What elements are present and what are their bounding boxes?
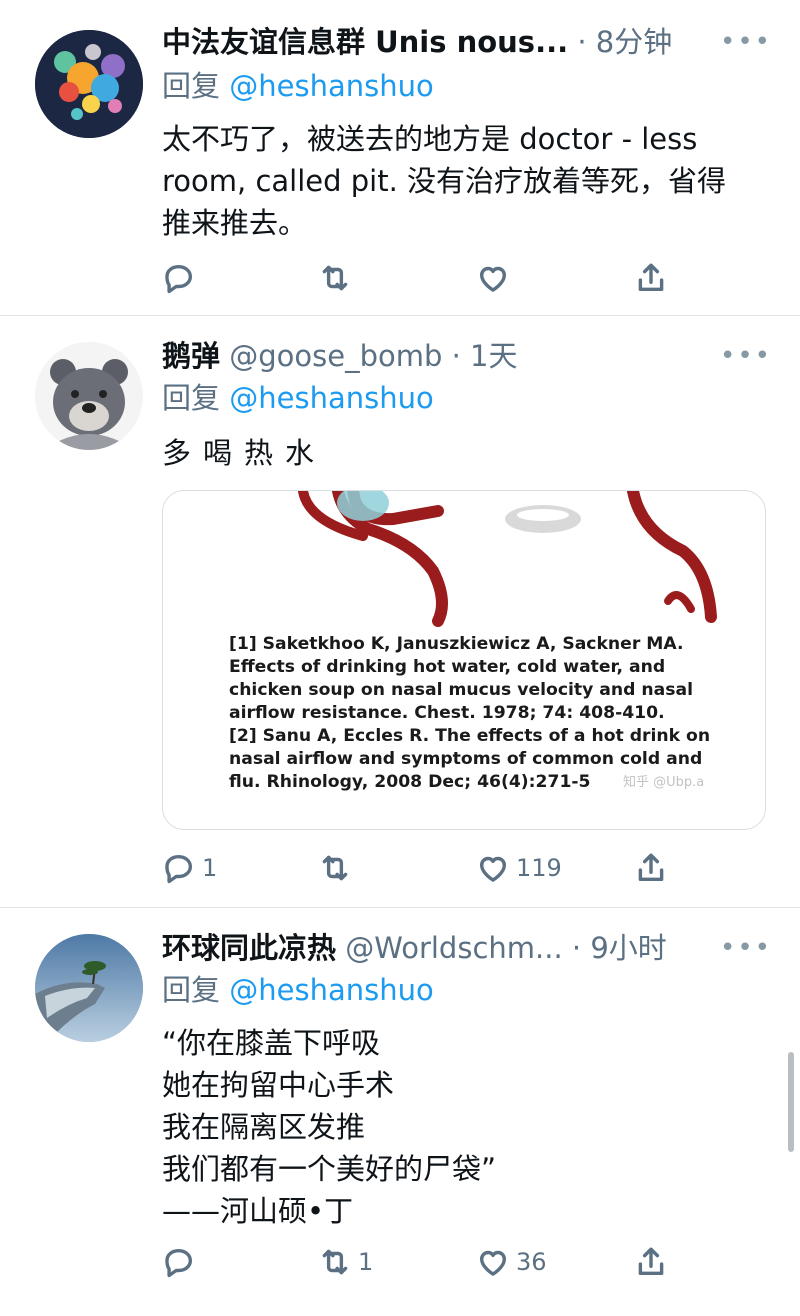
- share-button[interactable]: [634, 1242, 668, 1282]
- avatar[interactable]: [35, 342, 143, 450]
- user-handle[interactable]: @Worldschm...: [345, 931, 562, 965]
- retweet-icon: [322, 265, 348, 291]
- tweet-text-line: “你在膝盖下呼吸: [162, 1026, 381, 1060]
- reply-mention-link[interactable]: @heshanshuo: [229, 973, 433, 1007]
- citation-line: [1] Saketkhoo K, Januszkiewicz A, Sackne…: [229, 634, 684, 654]
- like-count: 36: [516, 1248, 547, 1276]
- retweet-icon: [322, 855, 348, 881]
- reply-icon: [165, 264, 193, 294]
- reply-context: 回复 @heshanshuo: [162, 970, 434, 1010]
- tweet-1[interactable]: 中法友谊信息群 Unis nous... · 8分钟 ••• 回复 @hesha…: [0, 0, 800, 316]
- separator-dot: ·: [577, 25, 596, 59]
- timestamp[interactable]: 1天: [470, 339, 517, 373]
- retweet-button[interactable]: [318, 848, 358, 888]
- like-count: 119: [516, 854, 562, 882]
- tweet-header: 环球同此凉热 @Worldschm... · 9小时: [162, 926, 780, 970]
- tweet-header: 中法友谊信息群 Unis nous... · 8分钟: [162, 20, 780, 64]
- reply-prefix: 回复: [162, 381, 221, 415]
- retweet-button[interactable]: [318, 258, 358, 298]
- share-icon: [638, 263, 664, 292]
- action-bar: 1 119: [162, 848, 682, 888]
- cliff-tree-avatar-image: [35, 934, 143, 1042]
- avatar[interactable]: [35, 934, 143, 1042]
- reply-prefix: 回复: [162, 973, 221, 1007]
- share-button[interactable]: [634, 848, 668, 888]
- scrollbar[interactable]: [788, 1052, 794, 1152]
- share-icon: [638, 853, 664, 882]
- separator-dot: ·: [451, 339, 471, 373]
- reply-context: 回复 @heshanshuo: [162, 66, 434, 106]
- share-button[interactable]: [634, 258, 668, 298]
- like-button[interactable]: 36: [476, 1242, 547, 1282]
- separator-dot: ·: [571, 931, 591, 965]
- tweet-2[interactable]: 鹅弹 @goose_bomb · 1天 ••• 回复 @heshanshuo 多…: [0, 316, 800, 908]
- reply-mention-link[interactable]: @heshanshuo: [229, 381, 433, 415]
- tweet-text-line: 我在隔离区发推: [162, 1110, 366, 1144]
- tweet-text-line: 太不巧了，被送去的地方是 doctor - less: [162, 122, 698, 156]
- tweet-text: 多喝热水: [162, 432, 760, 474]
- reply-mention-link[interactable]: @heshanshuo: [229, 69, 433, 103]
- citation-text: [1] Saketkhoo K, Januszkiewicz A, Sackne…: [229, 633, 749, 794]
- citation-line: [2] Sanu A, Eccles R. The effects of a h…: [229, 726, 711, 746]
- citation-line: airflow resistance. Chest. 1978; 74: 408…: [229, 703, 665, 723]
- action-bar: [162, 258, 682, 298]
- planets-avatar-image: [35, 30, 143, 138]
- tweet-text-line: 推来推去。: [162, 206, 308, 240]
- citation-line: chicken soup on nasal mucus velocity and…: [229, 680, 693, 700]
- image-watermark: 知乎 @Ubp.a: [623, 775, 705, 790]
- like-icon: [479, 266, 507, 292]
- user-handle[interactable]: @goose_bomb: [229, 339, 442, 373]
- display-name[interactable]: 中法友谊信息群 Unis nous...: [162, 25, 568, 59]
- reply-icon: [165, 1248, 193, 1278]
- like-button[interactable]: [476, 258, 516, 298]
- avatar[interactable]: [35, 30, 143, 138]
- reply-button[interactable]: [162, 258, 202, 298]
- tweet-text-line: 她在拘留中心手术: [162, 1068, 395, 1102]
- action-bar: 1 36: [162, 1242, 682, 1282]
- retweet-icon: [322, 1249, 348, 1275]
- tweet-text-line: room, called pit. 没有治疗放着等死，省得: [162, 164, 727, 198]
- like-icon: [479, 1250, 507, 1276]
- reply-icon: [165, 854, 193, 884]
- timestamp[interactable]: 9小时: [590, 931, 666, 965]
- more-icon[interactable]: •••: [720, 29, 772, 55]
- timestamp[interactable]: 8分钟: [596, 25, 672, 59]
- retweet-count: 1: [358, 1248, 374, 1276]
- tweet-text: 太不巧了，被送去的地方是 doctor - less room, called …: [162, 118, 760, 244]
- citation-line: Effects of drinking hot water, cold wate…: [229, 657, 666, 677]
- like-button[interactable]: 119: [476, 848, 562, 888]
- reply-button[interactable]: 1: [162, 848, 217, 888]
- reply-context: 回复 @heshanshuo: [162, 378, 434, 418]
- tweet-text-line: 我们都有一个美好的尸袋”: [162, 1152, 497, 1186]
- bear-avatar-image: [35, 342, 143, 450]
- display-name[interactable]: 环球同此凉热: [162, 931, 336, 965]
- more-icon[interactable]: •••: [720, 343, 772, 369]
- reply-count: 1: [202, 854, 218, 882]
- retweet-button[interactable]: 1: [318, 1242, 373, 1282]
- share-icon: [638, 1247, 664, 1276]
- tweet-text: “你在膝盖下呼吸 她在拘留中心手术 我在隔离区发推 我们都有一个美好的尸袋” —…: [162, 1022, 760, 1232]
- citation-line: nasal airflow and symptoms of common col…: [229, 749, 703, 769]
- tweet-header: 鹅弹 @goose_bomb · 1天: [162, 334, 780, 378]
- tweet-3[interactable]: 环球同此凉热 @Worldschm... · 9小时 ••• 回复 @hesha…: [0, 908, 800, 1316]
- tweet-media-image[interactable]: [1] Saketkhoo K, Januszkiewicz A, Sackne…: [162, 490, 766, 830]
- reply-prefix: 回复: [162, 69, 221, 103]
- like-icon: [479, 856, 507, 882]
- display-name[interactable]: 鹅弹: [162, 339, 220, 373]
- tweet-text-line: 多喝热水: [162, 436, 327, 470]
- more-icon[interactable]: •••: [720, 935, 772, 961]
- tweet-text-line: ——河山硕•丁: [162, 1194, 354, 1228]
- reply-button[interactable]: [162, 1242, 202, 1282]
